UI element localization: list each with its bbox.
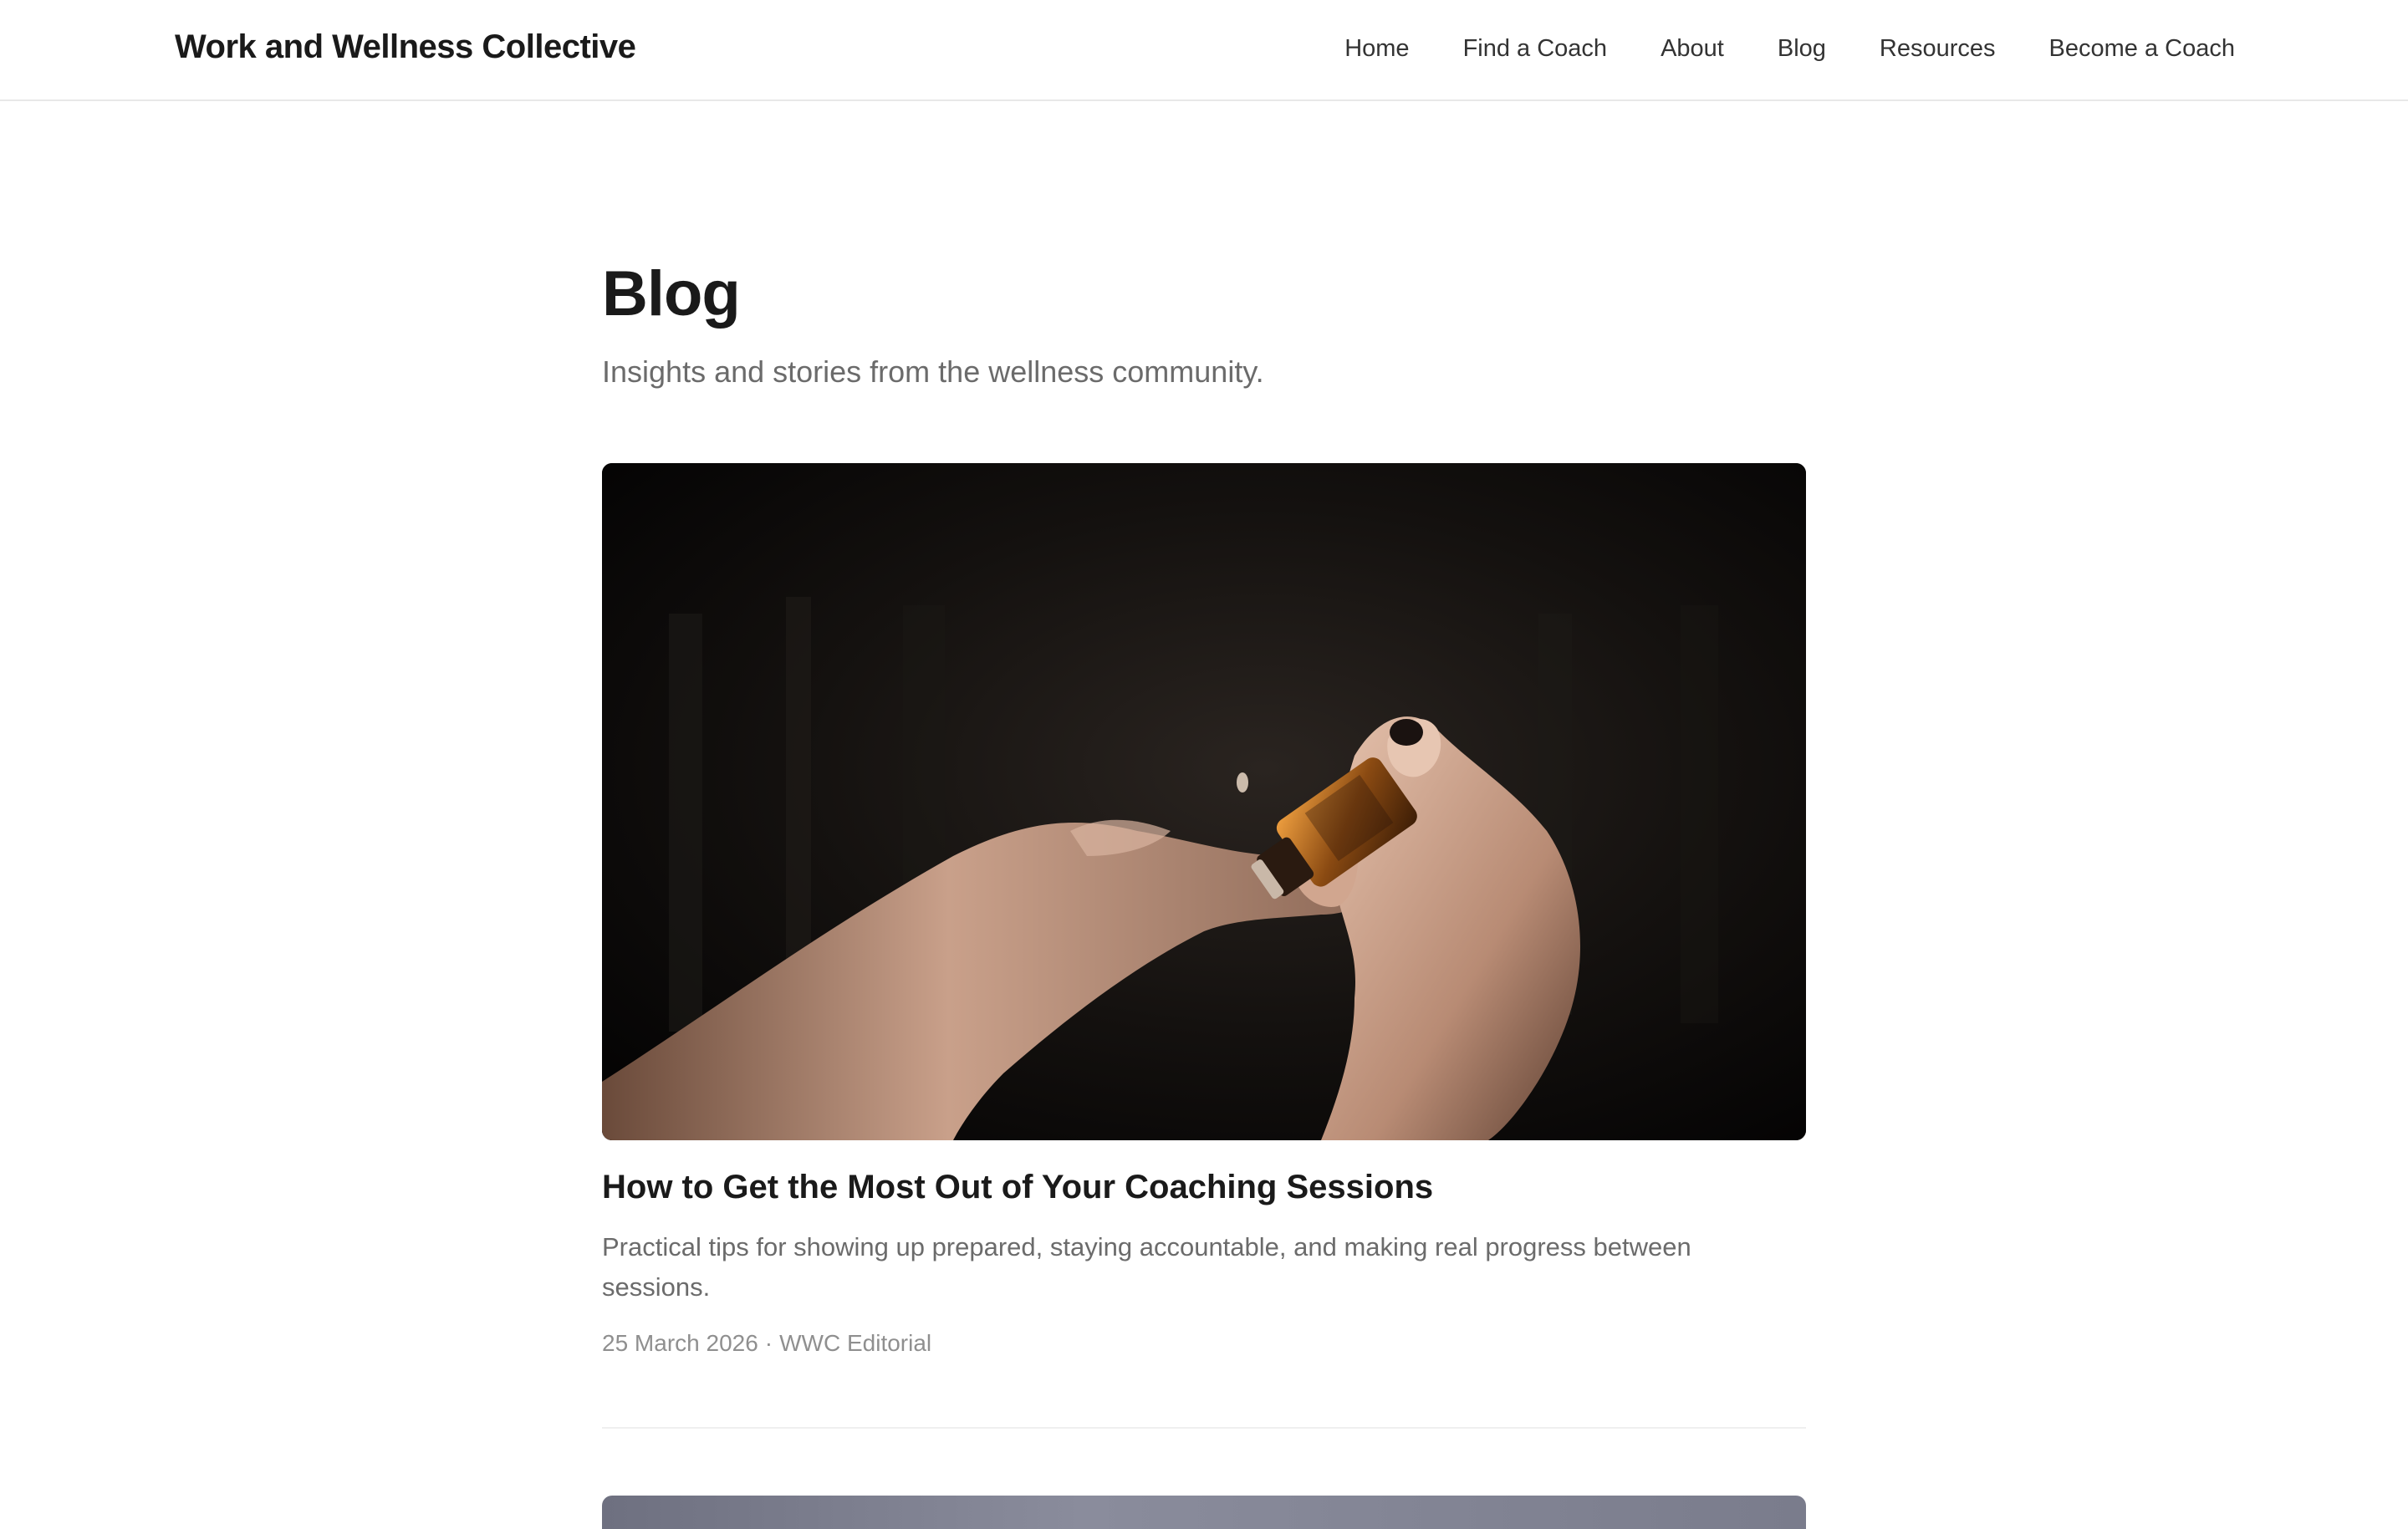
nav-resources[interactable]: Resources xyxy=(1880,35,1996,63)
nav-home[interactable]: Home xyxy=(1344,35,1409,63)
post-date: 25 March 2026 xyxy=(602,1330,758,1356)
post-title[interactable]: How to Get the Most Out of Your Coaching… xyxy=(602,1169,1433,1206)
next-post-image[interactable] xyxy=(602,1496,1806,1529)
essential-oil-photo xyxy=(602,463,1806,1140)
post-author: WWC Editorial xyxy=(779,1330,932,1356)
main-nav: Home Find a Coach About Blog Resources B… xyxy=(1344,35,2235,63)
nav-become-a-coach[interactable]: Become a Coach xyxy=(2049,35,2235,63)
nav-about[interactable]: About xyxy=(1661,35,1724,63)
post-featured-image[interactable] xyxy=(602,463,1806,1140)
site-logo[interactable]: Work and Wellness Collective xyxy=(175,28,636,66)
page-title: Blog xyxy=(602,258,741,329)
post-meta: 25 March 2026 · WWC Editorial xyxy=(602,1330,931,1357)
meta-separator: · xyxy=(764,1330,773,1356)
post-divider xyxy=(602,1427,1806,1429)
nav-find-a-coach[interactable]: Find a Coach xyxy=(1463,35,1608,63)
nav-blog[interactable]: Blog xyxy=(1778,35,1826,63)
site-header: Work and Wellness Collective Home Find a… xyxy=(0,0,2408,101)
page-subtitle: Insights and stories from the wellness c… xyxy=(602,354,1264,389)
post-excerpt: Practical tips for showing up prepared, … xyxy=(602,1232,1691,1302)
